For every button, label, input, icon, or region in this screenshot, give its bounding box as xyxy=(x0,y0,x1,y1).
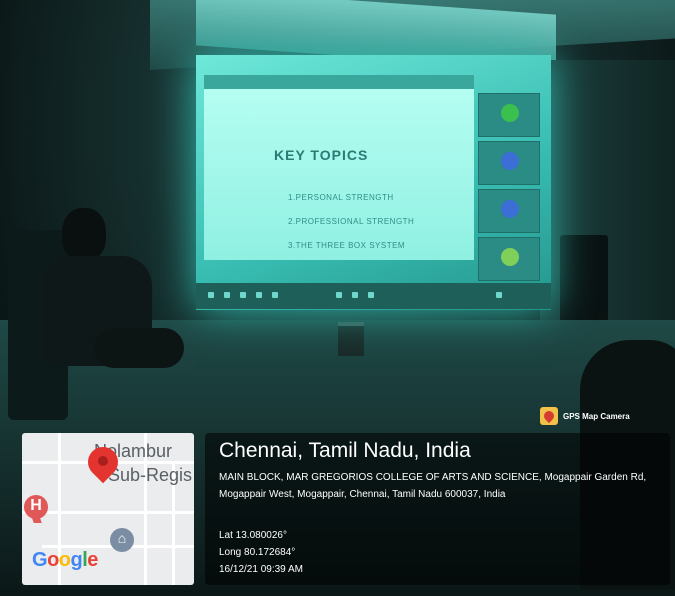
map-pin-icon xyxy=(540,407,558,425)
location-title: Chennai, Tamil Nadu, India xyxy=(219,439,471,462)
google-logo: Google xyxy=(32,549,98,572)
participant-tile-3 xyxy=(478,189,540,233)
location-map: Nolambur Sub-Regis H Google xyxy=(22,433,194,585)
gps-map-camera-badge: GPS Map Camera xyxy=(540,405,650,427)
timestamp: 16/12/21 09:39 AM xyxy=(219,564,303,575)
slide-item-3: 3.THE THREE BOX SYSTEM xyxy=(288,241,406,250)
participant-tile-4 xyxy=(478,237,540,281)
google-logo-letter: g xyxy=(70,549,83,571)
longitude: Long 80.172684° xyxy=(219,547,296,558)
seated-person xyxy=(34,208,184,408)
taskbar-icon xyxy=(208,292,214,298)
avatar xyxy=(501,248,519,266)
speaker xyxy=(560,235,608,330)
projector xyxy=(338,322,364,356)
taskbar-icon xyxy=(368,292,374,298)
taskbar-icon xyxy=(240,292,246,298)
taskbar-icon xyxy=(272,292,278,298)
taskbar-icon xyxy=(496,292,502,298)
museum-icon xyxy=(110,528,134,552)
google-logo-letter: G xyxy=(32,549,48,571)
projection-screen: KEY TOPICS 1.PERSONAL STRENGTH 2.PROFESS… xyxy=(196,55,551,310)
slide-toolbar xyxy=(204,75,474,89)
taskbar-icon xyxy=(224,292,230,298)
location-address: MAIN BLOCK, MAR GREGORIOS COLLEGE OF ART… xyxy=(219,472,647,500)
participant-tile-1 xyxy=(478,93,540,137)
avatar xyxy=(501,152,519,170)
google-logo-letter: o xyxy=(58,549,71,571)
location-info-panel: Chennai, Tamil Nadu, India MAIN BLOCK, M… xyxy=(205,433,670,585)
slide-title: KEY TOPICS xyxy=(274,147,369,163)
avatar xyxy=(501,200,519,218)
gps-badge-label: GPS Map Camera xyxy=(563,411,630,421)
taskbar-icon xyxy=(352,292,358,298)
latitude: Lat 13.080026° xyxy=(219,530,287,541)
hospital-icon: H xyxy=(24,495,48,525)
participant-tile-2 xyxy=(478,141,540,185)
taskbar xyxy=(196,283,551,309)
person-head xyxy=(62,208,106,260)
avatar xyxy=(501,104,519,122)
slide-item-2: 2.PROFESSIONAL STRENGTH xyxy=(288,217,415,226)
pin-hole xyxy=(98,456,108,466)
google-logo-letter: e xyxy=(87,549,98,571)
map-place-label: Sub-Regis xyxy=(108,465,193,485)
taskbar-icon xyxy=(336,292,342,298)
google-logo-letter: o xyxy=(47,549,59,571)
slide-item-1: 1.PERSONAL STRENGTH xyxy=(288,193,394,202)
taskbar-icon xyxy=(256,292,262,298)
presentation-slide: KEY TOPICS 1.PERSONAL STRENGTH 2.PROFESS… xyxy=(204,75,474,260)
location-pin-icon xyxy=(81,440,125,489)
person-legs xyxy=(94,328,184,368)
hospital-glyph: H xyxy=(30,497,42,514)
participants-panel xyxy=(478,93,540,293)
